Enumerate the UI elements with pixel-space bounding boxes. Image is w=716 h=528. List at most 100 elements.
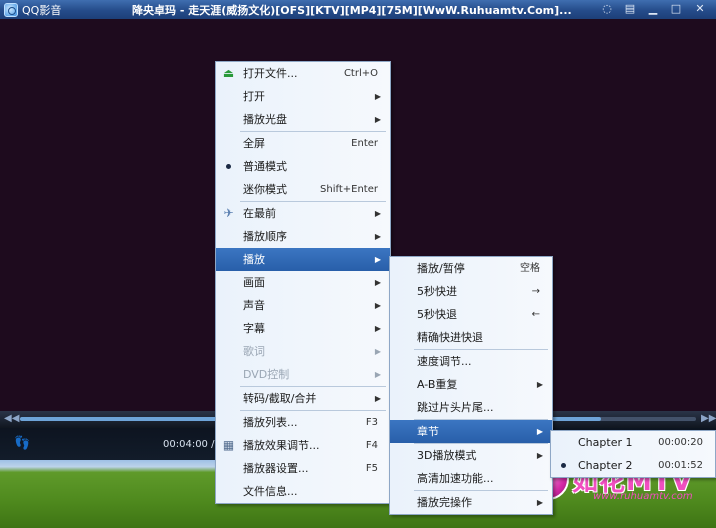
maximize-button[interactable]: □ bbox=[668, 2, 684, 16]
menu-item-label: 转码/截取/合并 bbox=[243, 392, 317, 405]
play-menu-item[interactable]: 跳过片头片尾... bbox=[390, 396, 552, 419]
play-menu-item-label: 精确快进快退 bbox=[417, 331, 483, 344]
context-menu: ⏏ 打开文件... Ctrl+O 打开 ▶ 播放光盘 ▶ 全屏 Enter 普通模式迷你模式 Shi… bbox=[215, 61, 391, 504]
play-menu-item-label: 3D播放模式 bbox=[417, 449, 477, 462]
play-submenu: 播放/暂停 空格 5秒快进 → 5秒快退 ← 精确快进快退 速度调节... A-B重复 ▶ 跳过片头… bbox=[389, 256, 553, 515]
menu-item-label: 在最前 bbox=[243, 207, 276, 220]
play-menu-item[interactable]: 高清加速功能... bbox=[390, 467, 552, 490]
close-button[interactable]: ✕ bbox=[692, 2, 708, 16]
menu-item[interactable]: 播放列表... F3 bbox=[216, 411, 390, 434]
menu-item-label: 声音 bbox=[243, 299, 265, 312]
menu-item-shortcut: F3 bbox=[365, 417, 378, 428]
menu-item-shortcut: Shift+Enter bbox=[320, 184, 378, 195]
play-menu-item-shortcut: ← bbox=[531, 309, 540, 320]
play-menu-item-shortcut: 空格 bbox=[520, 263, 540, 274]
menu-item-label: 播放列表... bbox=[243, 416, 298, 429]
menu-item-label: 播放 bbox=[243, 253, 265, 266]
play-menu-item-label: 高清加速功能... bbox=[417, 472, 494, 485]
play-menu-item-label: 5秒快退 bbox=[417, 308, 457, 321]
menu-item-shortcut: F4 bbox=[365, 440, 378, 451]
menu-item[interactable]: 文件信息... bbox=[216, 480, 390, 503]
play-menu-item[interactable]: 精确快进快退 bbox=[390, 326, 552, 349]
menu-item: 歌词 ▶ bbox=[216, 340, 390, 363]
footprint-icon[interactable]: 👣 bbox=[14, 436, 30, 451]
submenu-arrow-icon: ▶ bbox=[374, 278, 381, 287]
menu-item[interactable]: 声音 ▶ bbox=[216, 294, 390, 317]
radio-bullet-icon bbox=[561, 463, 566, 468]
minimize-button[interactable]: ▁ bbox=[645, 2, 661, 16]
menu-icon[interactable]: ▤ bbox=[622, 2, 638, 16]
chapter-item-label: Chapter 2 bbox=[578, 459, 633, 472]
play-menu-item[interactable]: 播放完操作 ▶ bbox=[390, 491, 552, 514]
equalizer-icon: ▦ bbox=[222, 438, 235, 452]
menu-item[interactable]: 打开 ▶ bbox=[216, 85, 390, 108]
menu-item-label: 播放器设置... bbox=[243, 462, 309, 475]
menu-item[interactable]: 播放 ▶ bbox=[216, 248, 390, 271]
submenu-arrow-icon: ▶ bbox=[374, 92, 381, 101]
submenu-arrow-icon: ▶ bbox=[374, 115, 381, 124]
play-menu-item-label: 5秒快进 bbox=[417, 285, 457, 298]
play-menu-item-shortcut: → bbox=[531, 286, 540, 297]
menu-item-label: DVD控制 bbox=[243, 368, 290, 381]
chapter-item-shortcut: 00:01:52 bbox=[658, 460, 703, 471]
chapter-item-shortcut: 00:00:20 bbox=[658, 437, 703, 448]
play-menu-item-label: 跳过片头片尾... bbox=[417, 401, 494, 414]
play-menu-item[interactable]: 3D播放模式 ▶ bbox=[390, 444, 552, 467]
menu-item-label: 文件信息... bbox=[243, 485, 298, 498]
chapter-item-label: Chapter 1 bbox=[578, 436, 633, 449]
submenu-arrow-icon: ▶ bbox=[536, 380, 543, 389]
chapter-item[interactable]: Chapter 1 00:00:20 bbox=[551, 431, 715, 454]
menu-item[interactable]: 播放器设置... F5 bbox=[216, 457, 390, 480]
play-menu-item[interactable]: 播放/暂停 空格 bbox=[390, 257, 552, 280]
menu-item-shortcut: F5 bbox=[365, 463, 378, 474]
menu-item-label: 字幕 bbox=[243, 322, 265, 335]
menu-item-label: 全屏 bbox=[243, 137, 265, 150]
submenu-arrow-icon: ▶ bbox=[374, 370, 381, 379]
menu-item-label: 打开 bbox=[243, 90, 265, 103]
submenu-arrow-icon: ▶ bbox=[536, 451, 543, 460]
menu-item[interactable]: ✈ 在最前 ▶ bbox=[216, 202, 390, 225]
play-menu-item-label: A-B重复 bbox=[417, 378, 458, 391]
play-menu-item[interactable]: 速度调节... bbox=[390, 350, 552, 373]
chapter-submenu: Chapter 1 00:00:20 Chapter 2 00:01:52 bbox=[550, 430, 716, 478]
title-bar: QQ影音 降央卓玛 - 走天涯(威扬文化)[OFS][KTV][MP4][75M… bbox=[0, 0, 716, 19]
menu-item[interactable]: 转码/截取/合并 ▶ bbox=[216, 387, 390, 410]
time-display: 00:04:00 / bbox=[163, 439, 215, 450]
play-menu-item[interactable]: 5秒快退 ← bbox=[390, 303, 552, 326]
menu-item-label: 播放效果调节... bbox=[243, 439, 320, 452]
play-menu-item-label: 章节 bbox=[417, 425, 439, 438]
window-title: 降央卓玛 - 走天涯(威扬文化)[OFS][KTV][MP4][75M][WwW… bbox=[132, 3, 572, 17]
menu-item[interactable]: 迷你模式 Shift+Enter bbox=[216, 178, 390, 201]
menu-item-label: 普通模式 bbox=[243, 160, 287, 173]
play-menu-item-label: 播放/暂停 bbox=[417, 262, 465, 275]
watermark-url: www.ruhuamtv.com bbox=[593, 491, 693, 502]
menu-item[interactable]: 播放光盘 ▶ bbox=[216, 108, 390, 131]
submenu-arrow-icon: ▶ bbox=[374, 347, 381, 356]
menu-item[interactable]: ⏏ 打开文件... Ctrl+O bbox=[216, 62, 390, 85]
menu-item-label: 播放光盘 bbox=[243, 113, 287, 126]
play-menu-item[interactable]: A-B重复 ▶ bbox=[390, 373, 552, 396]
submenu-arrow-icon: ▶ bbox=[374, 255, 381, 264]
play-menu-item-label: 速度调节... bbox=[417, 355, 472, 368]
play-menu-item[interactable]: 5秒快进 → bbox=[390, 280, 552, 303]
submenu-arrow-icon: ▶ bbox=[374, 301, 381, 310]
app-name: QQ影音 bbox=[22, 3, 62, 17]
seek-forward-icon[interactable]: ▶▶ bbox=[701, 413, 716, 424]
menu-item[interactable]: 普通模式 bbox=[216, 155, 390, 178]
chat-icon[interactable]: ◌ bbox=[599, 2, 615, 16]
menu-item: DVD控制 ▶ bbox=[216, 363, 390, 386]
menu-item-shortcut: Enter bbox=[351, 138, 378, 149]
submenu-arrow-icon: ▶ bbox=[374, 394, 381, 403]
menu-item[interactable]: ▦ 播放效果调节... F4 bbox=[216, 434, 390, 457]
play-menu-item[interactable]: 章节 ▶ bbox=[390, 420, 552, 443]
menu-item[interactable]: 全屏 Enter bbox=[216, 132, 390, 155]
menu-item[interactable]: 字幕 ▶ bbox=[216, 317, 390, 340]
chapter-item[interactable]: Chapter 2 00:01:52 bbox=[551, 454, 715, 477]
qq-player-app-icon[interactable] bbox=[4, 2, 18, 17]
menu-item[interactable]: 播放顺序 ▶ bbox=[216, 225, 390, 248]
eject-icon: ⏏ bbox=[222, 66, 235, 80]
seek-back-icon[interactable]: ◀◀ bbox=[4, 413, 19, 424]
menu-item[interactable]: 画面 ▶ bbox=[216, 271, 390, 294]
play-menu-item-label: 播放完操作 bbox=[417, 496, 472, 509]
submenu-arrow-icon: ▶ bbox=[536, 498, 543, 507]
